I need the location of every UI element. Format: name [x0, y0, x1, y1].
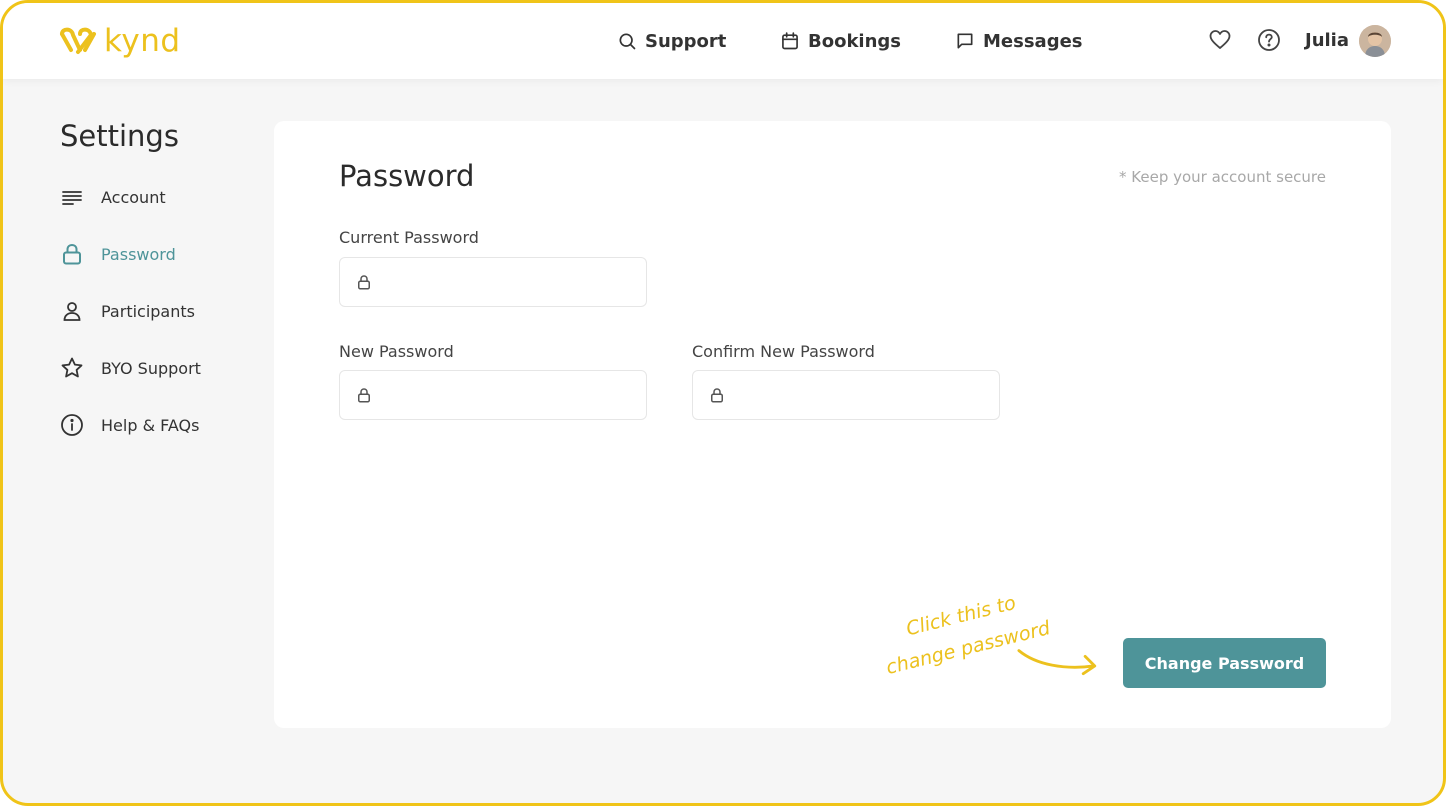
calendar-icon — [782, 32, 798, 50]
handwritten-annotation: Click this to change password — [884, 591, 1097, 679]
security-note: * Keep your account secure — [1119, 168, 1326, 186]
sidebar-item-password[interactable]: Password — [60, 240, 176, 268]
arrow-head — [1081, 654, 1097, 676]
confirm-password-label: Confirm New Password — [692, 342, 875, 361]
avatar-image — [1359, 25, 1391, 57]
lines-icon — [62, 191, 82, 205]
nav-messages[interactable]: Messages — [955, 29, 1083, 53]
heart-icon[interactable] — [1208, 28, 1232, 52]
nav-messages-label: Messages — [983, 30, 1083, 52]
lock-icon — [711, 388, 723, 403]
nav-bookings-label: Bookings — [808, 30, 902, 52]
kynd-logo[interactable]: kynd — [58, 21, 181, 61]
lock-icon — [358, 275, 370, 290]
settings-title: Settings — [60, 119, 179, 153]
info-icon — [61, 414, 83, 436]
message-icon — [957, 33, 973, 49]
search-icon — [619, 33, 636, 50]
change-password-button[interactable]: Change Password — [1123, 638, 1326, 688]
new-password-input[interactable] — [384, 371, 640, 419]
sidebar-item-label: BYO Support — [101, 358, 201, 378]
new-password-label: New Password — [339, 342, 454, 361]
user-icon — [63, 302, 81, 321]
sidebar-item-account[interactable]: Account — [60, 183, 166, 211]
lock-icon — [63, 244, 81, 265]
confirm-password-field[interactable] — [692, 370, 1000, 420]
nav-support-label: Support — [645, 30, 727, 52]
current-password-input[interactable] — [384, 258, 640, 306]
confirm-password-input[interactable] — [737, 371, 993, 419]
top-navigation-bar: kynd Support Bookings Messages Julia — [3, 3, 1443, 79]
sidebar-item-label: Account — [101, 187, 166, 207]
star-icon — [61, 357, 83, 378]
sidebar-item-label: Help & FAQs — [101, 415, 200, 435]
current-password-field[interactable] — [339, 257, 647, 307]
sidebar-item-byo-support[interactable]: BYO Support — [60, 354, 201, 382]
logo-text: kynd — [104, 23, 181, 59]
nav-bookings[interactable]: Bookings — [780, 29, 901, 53]
page-title: Password — [339, 159, 475, 193]
sidebar-item-label: Password — [101, 244, 176, 264]
lock-icon — [358, 388, 370, 403]
new-password-field[interactable] — [339, 370, 647, 420]
annotation-arrow — [1017, 649, 1096, 669]
sidebar-item-label: Participants — [101, 301, 195, 321]
user-name[interactable]: Julia — [1305, 30, 1349, 51]
avatar[interactable] — [1359, 25, 1391, 57]
app-frame: kynd Support Bookings Messages Julia Set… — [0, 0, 1446, 806]
nav-support[interactable]: Support — [617, 29, 726, 53]
kynd-logo-icon — [60, 27, 96, 54]
sidebar-item-participants[interactable]: Participants — [60, 297, 195, 325]
sidebar-item-help-faqs[interactable]: Help & FAQs — [60, 411, 199, 439]
password-settings-card: Password * Keep your account secure Curr… — [274, 121, 1391, 728]
current-password-label: Current Password — [339, 228, 479, 247]
help-icon[interactable] — [1257, 28, 1281, 52]
